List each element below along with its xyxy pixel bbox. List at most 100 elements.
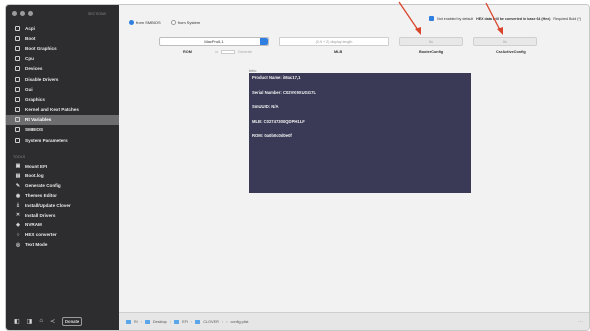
open-file-icon[interactable]: ◧ — [14, 318, 20, 325]
chevron-right-icon: › — [190, 319, 193, 324]
sidebar-item-disable-drivers[interactable]: Disable Drivers — [6, 74, 119, 84]
sidebar-item-label: Devices — [25, 66, 43, 72]
section-icon — [15, 96, 20, 102]
tools-header: TOOLS — [13, 155, 26, 160]
section-icon — [15, 76, 20, 82]
source-radio-group: from SMBIOS from System — [129, 20, 200, 25]
mlb-label: MLB — [334, 50, 343, 54]
rom-mini-field[interactable] — [221, 50, 236, 54]
hex-note-prefix: Not enabled by default — [437, 16, 474, 21]
tool-boot-log[interactable]: ▤ Boot.log — [6, 171, 119, 181]
resize-grip-icon[interactable]: ⋯ — [578, 319, 583, 325]
sidebar-item-label: Acpi — [25, 25, 35, 31]
section-icon — [15, 86, 20, 92]
tool-text-mode[interactable]: ◎ Text Mode — [6, 240, 119, 250]
booter-config-field[interactable]: 0x — [399, 37, 463, 46]
path-bar: Ri › Desktop › EFI › CLOVER › ▫ config.p… — [119, 312, 589, 330]
mlb-input[interactable]: (0-9 + Z) display length — [279, 37, 389, 46]
sidebar: SECTIONS Acpi Boot Boot Graphics Cpu Dev… — [6, 5, 119, 330]
section-icon — [15, 35, 20, 41]
tool-label: HEX converter — [25, 232, 57, 238]
path-segment[interactable]: CLOVER — [203, 320, 219, 324]
donate-button[interactable]: Donate — [62, 316, 83, 326]
chevron-down-icon — [260, 38, 268, 45]
sidebar-item-acpi[interactable]: Acpi — [6, 23, 119, 33]
tool-label: Mount EFI — [25, 163, 48, 169]
download-icon: ⤓ — [16, 202, 20, 209]
close-window-button[interactable] — [12, 11, 17, 16]
path-segment[interactable]: Desktop — [153, 320, 167, 324]
rom-mini-text: or — [215, 50, 219, 54]
checkbox-icon — [429, 16, 435, 21]
sidebar-item-label: Gui — [25, 86, 33, 92]
disk-icon — [126, 319, 131, 324]
sidebar-item-smbios[interactable]: SMBIOS — [6, 125, 119, 135]
sidebar-list: Acpi Boot Boot Graphics Cpu Devices Disa… — [6, 23, 119, 249]
path-segment[interactable]: Ri — [134, 320, 138, 324]
section-icon — [15, 45, 20, 51]
sidebar-item-system-parameters[interactable]: System Parameters — [6, 135, 119, 145]
section-icon — [15, 107, 20, 113]
model-select-value: MacPro6,1 — [204, 39, 224, 44]
cycle-icon: ○ — [16, 231, 20, 238]
model-select[interactable]: MacPro6,1 — [159, 37, 269, 46]
sidebar-item-gui[interactable]: Gui — [6, 84, 119, 94]
csr-active-config-field[interactable]: 0x — [473, 37, 537, 46]
sidebar-item-label: Boot Graphics — [25, 45, 57, 51]
sidebar-item-label: Disable Drivers — [25, 76, 59, 82]
app-window: SECTIONS Acpi Boot Boot Graphics Cpu Dev… — [5, 4, 590, 331]
tool-nvram[interactable]: ◈ NVRAM — [6, 220, 119, 230]
minimize-window-button[interactable] — [20, 11, 25, 16]
chip-icon: ◈ — [16, 221, 20, 228]
sidebar-item-label: Kernel and Kext Patches — [25, 107, 79, 113]
radio-selected-icon — [129, 20, 134, 25]
info-line: MLB: C02747300QDPH1LF — [252, 118, 305, 124]
tool-install-drivers[interactable]: ✕ Install Drivers — [6, 210, 119, 220]
radio-unselected-icon — [170, 20, 176, 25]
sidebar-item-label: Cpu — [25, 56, 34, 62]
save-file-icon[interactable]: ◨ — [27, 318, 33, 325]
info-line: Serial Number: C02VK9XUGG7L — [252, 89, 316, 95]
chevron-right-icon: › — [169, 319, 172, 324]
disk-icon: ▣ — [15, 163, 21, 170]
sidebar-item-graphics[interactable]: Graphics — [6, 94, 119, 104]
path-segment[interactable]: EFI — [182, 320, 188, 324]
folder-icon — [195, 319, 201, 324]
tool-mount-efi[interactable]: ▣ Mount EFI — [6, 161, 119, 171]
text-icon: ◎ — [15, 241, 21, 248]
section-icon — [15, 117, 20, 123]
info-line: Product Name: iMac17,1 — [252, 75, 301, 80]
rom-controls: or Generate — [215, 50, 252, 54]
rom-label: ROM — [183, 50, 192, 54]
path-segment[interactable]: config.plist — [231, 320, 249, 324]
tool-label: Themes Editor — [25, 193, 57, 199]
sidebar-item-rt-variables[interactable]: Rt Variables — [6, 114, 119, 125]
divider — [6, 145, 119, 153]
tool-themes-editor[interactable]: ◉ Themes Editor — [6, 191, 119, 201]
sidebar-item-label: System Parameters — [25, 137, 68, 143]
tool-label: Generate Config — [25, 183, 61, 189]
sidebar-item-cpu[interactable]: Cpu — [6, 54, 119, 64]
tool-generate-config[interactable]: ✎ Generate Config — [6, 181, 119, 191]
hex-note-suffix: Required Bold (*) — [553, 16, 581, 21]
tool-label: Install Drivers — [25, 212, 56, 218]
tool-label: Boot.log — [25, 173, 44, 179]
sidebar-item-devices[interactable]: Devices — [6, 64, 119, 74]
tool-install-update-clover[interactable]: ⤓ Install/Update Clover — [6, 200, 119, 210]
zoom-window-button[interactable] — [28, 11, 33, 16]
sidebar-item-boot[interactable]: Boot — [6, 33, 119, 43]
csr-active-config-label: CsrActiveConfig — [496, 50, 526, 54]
tool-hex-converter[interactable]: ○ HEX converter — [6, 230, 119, 240]
sidebar-item-kernel-kext-patches[interactable]: Kernel and Kext Patches — [6, 105, 119, 115]
sidebar-bottom-bar: ◧ ◨ ⌂ ≺ Donate — [6, 312, 119, 330]
radio-from-system[interactable]: from System — [170, 20, 201, 25]
home-icon[interactable]: ⌂ — [39, 318, 43, 324]
sidebar-item-boot-graphics[interactable]: Boot Graphics — [6, 43, 119, 53]
info-line: SmUUID: N/A — [252, 104, 279, 109]
share-icon[interactable]: ≺ — [50, 318, 55, 325]
radio-from-smbios[interactable]: from SMBIOS — [129, 20, 161, 25]
annotation-arrow-right — [485, 2, 503, 35]
radio-label: from System — [177, 20, 201, 25]
main-panel: from SMBIOS from System Not enabled by d… — [119, 5, 589, 330]
sidebar-item-label: Graphics — [25, 96, 45, 102]
